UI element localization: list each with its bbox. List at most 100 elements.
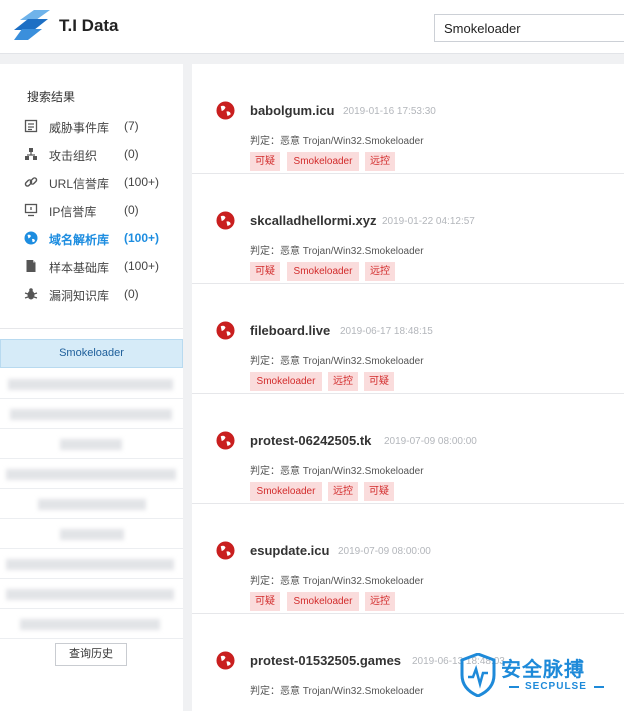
globe-icon	[24, 231, 38, 245]
history-item[interactable]	[0, 400, 183, 429]
category-attack-org[interactable]: 攻击组织 (0)	[24, 146, 174, 164]
link-icon	[24, 177, 38, 187]
query-history-button[interactable]: 查询历史	[55, 643, 127, 666]
blurred-text	[6, 559, 174, 570]
globe-icon	[216, 431, 235, 450]
result-date: 2019-06-17 18:48:15	[340, 326, 433, 337]
category-label: 样本基础库	[49, 261, 110, 275]
tag-badge: Smokeloader	[250, 372, 322, 391]
category-vuln-knowledge[interactable]: 漏洞知识库 (0)	[24, 286, 174, 304]
watermark-dash	[509, 686, 519, 688]
sidebar: 搜索结果 威胁事件库 (7) 攻击组织 (0) URL信誉库 (100+) IP…	[0, 64, 183, 711]
tag-badge: Smokeloader	[287, 152, 359, 171]
blurred-text	[10, 409, 172, 420]
watermark-title: 安全脉搏	[501, 659, 585, 681]
secpulse-watermark: 安全脉搏 SECPULSE	[457, 651, 617, 701]
result-date: 2019-01-16 17:53:30	[343, 106, 436, 117]
result-date: 2019-07-09 08:00:00	[384, 436, 477, 447]
logo-icon	[14, 10, 50, 40]
verdict-text: 判定：恶意 Trojan/Win32.Smokeloader	[250, 136, 424, 147]
domain-link[interactable]: protest-01532505.games	[250, 653, 401, 668]
result-item: babolgum.icu 2019-01-16 17:53:30 判定：恶意 T…	[192, 64, 624, 174]
globe-icon	[216, 211, 235, 230]
threat-event-icon	[24, 119, 38, 133]
verdict-text: 判定：恶意 Trojan/Win32.Smokeloader	[250, 466, 424, 477]
globe-icon	[216, 541, 235, 560]
history-item[interactable]	[0, 490, 183, 519]
globe-icon	[216, 101, 235, 120]
history-item[interactable]	[0, 370, 183, 399]
blurred-text	[6, 589, 174, 600]
tag-badge: 远控	[365, 152, 395, 171]
result-item: skcalladhellormi.xyz 2019-01-22 04:12:57…	[192, 174, 624, 284]
history-item[interactable]	[0, 580, 183, 609]
category-label: 威胁事件库	[49, 121, 110, 135]
results-panel: babolgum.icu 2019-01-16 17:53:30 判定：恶意 T…	[192, 64, 624, 711]
category-count: (0)	[124, 203, 139, 217]
result-item: esupdate.icu 2019-07-09 08:00:00 判定：恶意 T…	[192, 504, 624, 614]
tag-badge: Smokeloader	[250, 482, 322, 501]
category-ip-reputation[interactable]: IP信誉库 (0)	[24, 202, 174, 220]
tag-badge: 可疑	[364, 372, 394, 391]
category-label: URL信誉库	[49, 177, 110, 191]
domain-link[interactable]: esupdate.icu	[250, 543, 329, 558]
history-item[interactable]	[0, 550, 183, 579]
tag-badge: 可疑	[364, 482, 394, 501]
history-item-label: Smokeloader	[59, 347, 124, 359]
domain-link[interactable]: skcalladhellormi.xyz	[250, 213, 376, 228]
verdict-text: 判定：恶意 Trojan/Win32.Smokeloader	[250, 576, 424, 587]
history-item[interactable]	[0, 430, 183, 459]
blurred-text	[6, 469, 176, 480]
domain-link[interactable]: protest-06242505.tk	[250, 433, 371, 448]
category-count: (100+)	[124, 231, 160, 245]
category-domain-resolution[interactable]: 域名解析库 (100+)	[24, 230, 174, 248]
blurred-text	[60, 529, 124, 540]
watermark-subtitle: SECPULSE	[525, 681, 587, 692]
sidebar-title: 搜索结果	[27, 90, 76, 104]
domain-link[interactable]: babolgum.icu	[250, 103, 335, 118]
category-count: (0)	[124, 147, 139, 161]
blurred-text	[8, 379, 173, 390]
bug-icon	[24, 288, 38, 300]
search-input[interactable]	[434, 14, 624, 42]
result-date: 2019-07-09 08:00:00	[338, 546, 431, 557]
top-header: T.I Data	[0, 0, 624, 54]
shield-icon	[460, 653, 496, 697]
org-tree-icon	[25, 148, 37, 160]
tag-badge: Smokeloader	[287, 592, 359, 611]
blurred-text	[20, 619, 160, 630]
category-label: 漏洞知识库	[49, 289, 110, 303]
tag-badge: 远控	[328, 482, 358, 501]
globe-icon	[216, 651, 235, 670]
blurred-text	[38, 499, 146, 510]
category-count: (7)	[124, 119, 139, 133]
category-label: 攻击组织	[49, 149, 98, 163]
verdict-text: 判定：恶意 Trojan/Win32.Smokeloader	[250, 686, 424, 697]
category-count: (0)	[124, 287, 139, 301]
category-count: (100+)	[124, 259, 160, 273]
category-count: (100+)	[124, 175, 160, 189]
tag-badge: 可疑	[250, 152, 280, 171]
tag-badge: 远控	[365, 262, 395, 281]
blurred-text	[60, 439, 122, 450]
category-url-reputation[interactable]: URL信誉库 (100+)	[24, 174, 174, 192]
tag-badge: 远控	[365, 592, 395, 611]
category-label: IP信誉库	[49, 205, 97, 219]
globe-icon	[216, 321, 235, 340]
result-item: protest-06242505.tk 2019-07-09 08:00:00 …	[192, 394, 624, 504]
category-threat-event[interactable]: 威胁事件库 (7)	[24, 118, 174, 136]
history-item[interactable]	[0, 460, 183, 489]
document-icon	[26, 260, 36, 272]
history-item-active[interactable]: Smokeloader	[0, 339, 183, 368]
app-name: T.I Data	[59, 16, 119, 35]
tag-badge: 可疑	[250, 262, 280, 281]
history-item[interactable]	[0, 520, 183, 549]
category-sample-base[interactable]: 样本基础库 (100+)	[24, 258, 174, 276]
tag-badge: 可疑	[250, 592, 280, 611]
result-date: 2019-01-22 04:12:57	[382, 216, 475, 227]
watermark-dash	[594, 686, 604, 688]
domain-link[interactable]: fileboard.live	[250, 323, 330, 338]
history-item[interactable]	[0, 610, 183, 639]
result-item: fileboard.live 2019-06-17 18:48:15 判定：恶意…	[192, 284, 624, 394]
category-label: 域名解析库	[49, 233, 110, 247]
